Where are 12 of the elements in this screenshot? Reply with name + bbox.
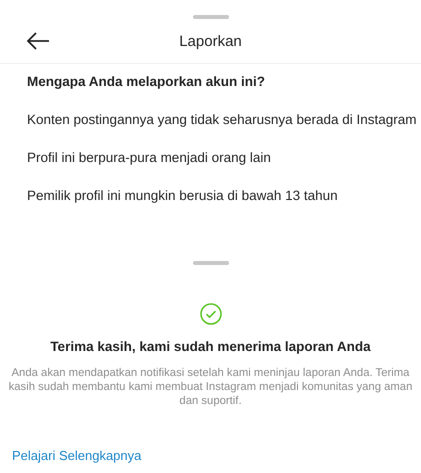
drag-handle[interactable] — [192, 15, 228, 19]
drag-handle[interactable] — [192, 261, 228, 265]
confirmation-message: Anda akan mendapatkan notifikasi setelah kami meninjau laporan Anda. Terima kasih sudah membantu kami membuat Instagram menjadi komunitas yang aman dan suportif. — [8, 366, 414, 408]
confirmation-title: Terima kasih, kami sudah menerima laporan Anda — [50, 339, 371, 354]
sheet-title: Laporkan — [179, 32, 242, 50]
report-option[interactable]: Konten postingannya yang tidak seharusnya berada di Instagram — [0, 101, 421, 139]
learn-more-link[interactable]: Pelajari Selengkapnya — [12, 448, 142, 463]
report-option[interactable]: Profil ini berpura-pura menjadi orang lain — [0, 139, 421, 177]
question-text: Mengapa Anda melaporkan akun ini? — [26, 73, 266, 91]
check-circle-icon — [200, 303, 222, 325]
back-arrow-icon[interactable] — [26, 31, 50, 51]
report-option[interactable]: Pemilik profil ini mungkin berusia di bawah 13 tahun — [0, 177, 421, 215]
